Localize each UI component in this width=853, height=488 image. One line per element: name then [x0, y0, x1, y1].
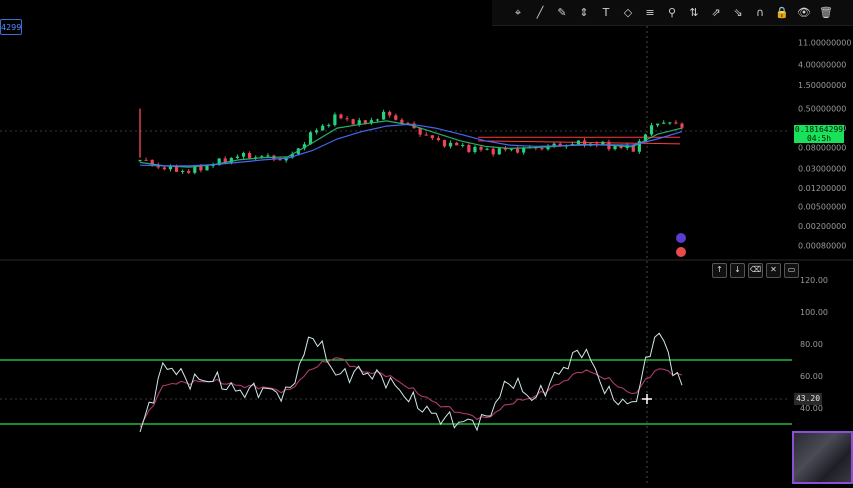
text-icon[interactable]: T — [598, 5, 614, 21]
price-axis-label: 0.00200000 — [798, 222, 846, 231]
candle-body — [327, 125, 331, 127]
price-axis-label: 0.50000000 — [798, 105, 846, 114]
price-axis-label: 0.00080000 — [798, 242, 846, 251]
brush-icon[interactable]: ✎ — [554, 5, 570, 21]
chart-canvas[interactable]: 11.00000000 4.00000000 1.50000000 0.5000000… — [0, 0, 853, 484]
delete-pane-button[interactable]: ⌫ — [748, 263, 763, 278]
candle-body — [485, 148, 489, 150]
hide-icon[interactable]: 👁 — [796, 5, 812, 21]
price-axis-label: 4.00000000 — [798, 60, 846, 69]
price-axis-label: 0.00500000 — [798, 203, 846, 212]
rsi-current-value: 43.20 — [794, 393, 822, 405]
close-pane-button[interactable]: ✕ — [766, 263, 781, 278]
rsi-axis-label: 80.00 — [800, 340, 823, 349]
lock-icon[interactable]: 🔒 — [774, 5, 790, 21]
trendline-icon[interactable]: ╱ — [532, 5, 548, 21]
candle-body — [436, 138, 441, 141]
rsi-axis-label: 120.00 — [800, 276, 828, 285]
magnet-icon[interactable]: ∩ — [752, 5, 768, 21]
fib-icon[interactable]: ≡ — [642, 5, 658, 21]
pattern-icon[interactable]: ◇ — [620, 5, 636, 21]
arrows-icon[interactable]: ⇅ — [686, 5, 702, 21]
candle-body — [375, 119, 380, 121]
price-axis-label: 11.00000000 — [798, 39, 851, 48]
moving-average-line — [139, 120, 683, 168]
candle-body — [674, 122, 678, 124]
rsi-axis-label: 60.00 — [800, 372, 823, 381]
price-axis-label: 0.03000000 — [798, 165, 846, 174]
candle-body — [461, 144, 465, 146]
candle-body — [497, 148, 501, 155]
rsi-ma-line — [139, 357, 683, 428]
symbol-tag[interactable]: 4299 — [0, 19, 22, 35]
earnings-flag-icon[interactable] — [676, 247, 686, 257]
pane-controls: ↑ ↓ ⌫ ✕ ▭ — [712, 263, 799, 278]
webcam-overlay — [792, 431, 853, 484]
candle-body — [278, 159, 282, 161]
trash-icon[interactable]: 🗑 — [818, 5, 834, 21]
pin-icon[interactable]: ⚲ — [664, 5, 680, 21]
drawing-toolbar: ⌖ ╱ ✎ ⇕ T ◇ ≡ ⚲ ⇅ ⇗ ⇘ ∩ 🔒 👁 🗑 — [492, 0, 853, 26]
candle-body — [430, 135, 434, 139]
price-axis-label: 1.50000000 — [798, 81, 846, 90]
rsi-axis-label: 100.00 — [800, 308, 828, 317]
crosshair-icon[interactable]: ⌖ — [510, 5, 526, 21]
short-position-icon[interactable]: ⇘ — [730, 5, 746, 21]
candle-body — [144, 159, 148, 161]
current-price-tag: 0.18164299 04:5h — [794, 125, 844, 143]
candle-body — [333, 114, 337, 126]
measure-icon[interactable]: ⇕ — [576, 5, 592, 21]
maximize-pane-button[interactable]: ▭ — [784, 263, 799, 278]
price-axis-label: 0.01200000 — [798, 184, 846, 193]
event-marker-icon[interactable] — [676, 233, 686, 243]
symbol-header-strip — [0, 0, 424, 14]
chart-stage[interactable]: 11.00000000 4.00000000 1.50000000 0.5000000… — [0, 0, 853, 484]
move-pane-down-button[interactable]: ↓ — [730, 263, 745, 278]
candle-body — [656, 123, 660, 126]
cursor-cross — [642, 394, 652, 404]
rsi-axis-label: 40.00 — [800, 404, 823, 413]
current-price-value: 0.18164299 — [794, 125, 844, 134]
bar-countdown: 04:5h — [806, 134, 832, 143]
price-axis-label: 0.08000000 — [798, 144, 846, 153]
candle-body — [266, 155, 270, 157]
long-position-icon[interactable]: ⇗ — [708, 5, 724, 21]
candle-body — [540, 148, 544, 150]
candle-body — [491, 148, 495, 155]
moving-average-line — [139, 123, 683, 167]
move-pane-up-button[interactable]: ↑ — [712, 263, 727, 278]
